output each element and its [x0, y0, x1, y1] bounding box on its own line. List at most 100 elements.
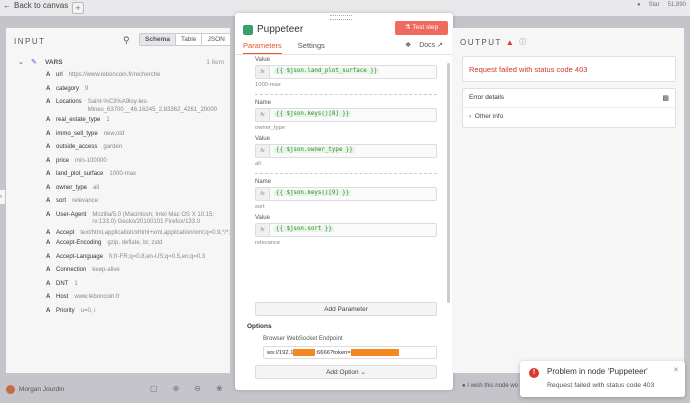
- string-type-icon: A: [46, 130, 51, 137]
- error-details-title: Error details: [469, 94, 505, 101]
- expression-result: all: [255, 161, 261, 167]
- field-key: sort: [56, 198, 67, 204]
- github-icon: ●: [637, 2, 641, 8]
- field-key: price: [56, 157, 70, 164]
- schema-field[interactable]: A Priority u=0, i: [46, 308, 228, 316]
- schema-field[interactable]: Aland_plot_surface 1000-max: [46, 171, 228, 179]
- other-info-label: Other info: [474, 113, 504, 120]
- copy-icon[interactable]: ▩: [662, 94, 669, 102]
- field-key: real_estate_type: [56, 117, 101, 123]
- field-key: land_plot_surface: [56, 171, 104, 177]
- schema-field[interactable]: Aprice min-100000: [46, 158, 228, 166]
- node-details-view: Puppeteer ⚗ Test step Parameters Setting…: [235, 13, 453, 390]
- add-parameter-button[interactable]: Add Parameter: [255, 302, 437, 316]
- schema-field[interactable]: Aurl https://www.leboncoin.fr/recherche: [46, 72, 228, 80]
- schema-field[interactable]: A Locations Saint-%C3%A9loy-les-Mines_6370…: [46, 99, 228, 114]
- schema-field[interactable]: A Host www.leboncoin.fr: [46, 294, 228, 302]
- field-value: fr,fr-FR;q=0.8,en-US;q=0.5,en;q=0.3: [109, 253, 206, 260]
- string-type-icon: A: [46, 267, 51, 273]
- zoom-fit-icon[interactable]: ▢: [150, 384, 158, 393]
- chevron-down-icon: ⌄: [360, 369, 366, 376]
- schema-field[interactable]: A Accept text/html,application/xhtml+xml,a…: [46, 229, 230, 238]
- expression-input[interactable]: fx {{ $json.keys()[9] }}: [255, 187, 437, 201]
- field-value: Saint-%C3%A9loy-les-Mines_63700__46.1624…: [87, 99, 218, 113]
- bug-icon[interactable]: ❀: [216, 384, 223, 393]
- info-icon[interactable]: ⓘ: [519, 37, 528, 47]
- star-count: 51,890: [667, 2, 686, 8]
- close-icon[interactable]: ✕: [673, 366, 679, 374]
- collapse-left-icon[interactable]: ›: [0, 190, 5, 204]
- vars-node-row[interactable]: ⌄ ✎ VARS 1 item: [18, 58, 224, 70]
- field-key: Accept-Encoding: [56, 240, 102, 246]
- field-key: url: [56, 72, 63, 78]
- community-icon[interactable]: ❖: [405, 41, 411, 49]
- add-node-button[interactable]: +: [72, 2, 84, 14]
- schema-field[interactable]: Asort relevance: [46, 198, 228, 206]
- user-menu[interactable]: Morgan Jourdin: [6, 385, 64, 394]
- wish-text: I wish this node wo: [467, 383, 518, 389]
- field-value: u=0, i: [80, 307, 96, 314]
- feedback-bar[interactable]: ● I wish this node wo: [462, 383, 518, 389]
- expression-code: {{ $json.sort }}: [274, 226, 334, 232]
- drag-handle[interactable]: [330, 15, 352, 20]
- zoom-out-icon[interactable]: ⊖: [194, 384, 201, 393]
- field-key: Accept: [56, 229, 75, 236]
- schema-field[interactable]: Aowner_type all: [46, 185, 228, 193]
- field-value: 1000-max: [109, 171, 137, 177]
- tab-settings[interactable]: Settings: [298, 41, 325, 55]
- node-title[interactable]: Puppeteer: [257, 24, 303, 35]
- tab-schema[interactable]: Schema: [140, 34, 176, 45]
- field-value: relevance: [72, 198, 99, 204]
- expression-input[interactable]: fx {{ $json.owner_type }}: [255, 144, 437, 158]
- fx-icon: fx: [256, 145, 270, 157]
- search-icon[interactable]: ⚲: [123, 35, 130, 46]
- expression-result: owner_type: [255, 125, 285, 131]
- expression-input[interactable]: fx {{ $json.sort }}: [255, 223, 437, 237]
- expression-input[interactable]: fx {{ $json.keys()[8] }}: [255, 108, 437, 122]
- vars-label: VARS: [45, 59, 63, 66]
- fx-icon: fx: [256, 188, 270, 200]
- avatar: [6, 385, 15, 394]
- ws-endpoint-input[interactable]: ws://192.1:6666?token=: [263, 346, 437, 359]
- output-panel: OUTPUT ▲ ⓘ Request failed with status co…: [452, 28, 684, 373]
- scrollbar[interactable]: [447, 63, 450, 303]
- schema-field[interactable]: A Accept-Encoding gzip, deflate, br, zstd: [46, 240, 228, 248]
- field-value: garden: [103, 144, 123, 150]
- field-value: min-100000: [75, 157, 107, 164]
- expression-input[interactable]: fx {{ $json.land_plot_surface }}: [255, 65, 437, 79]
- back-to-canvas-button[interactable]: ← Back to canvas: [3, 1, 68, 10]
- tab-parameters[interactable]: Parameters: [243, 41, 282, 55]
- schema-field[interactable]: Aimmo_sell_type new,old: [46, 131, 228, 139]
- schema-field[interactable]: A User-Agent Mozilla/5.0 (Macintosh; Intel…: [46, 212, 228, 227]
- parameter-field: Name fx {{ $json.keys()[9] }} sort: [255, 179, 437, 210]
- test-step-button[interactable]: ⚗ Test step: [395, 21, 448, 35]
- ndv-tab-icons: ❖ Docs ↗: [405, 41, 443, 49]
- output-heading: OUTPUT: [460, 37, 502, 47]
- error-message: Request failed with status code 403: [462, 56, 676, 82]
- zoom-in-icon[interactable]: ⊕: [173, 384, 180, 393]
- string-type-icon: A: [46, 253, 51, 260]
- add-option-button[interactable]: Add Option ⌄: [255, 365, 437, 379]
- parameter-label: Name: [255, 179, 272, 185]
- expression-code: {{ $json.land_plot_surface }}: [274, 68, 380, 74]
- field-value: 9: [85, 85, 89, 92]
- schema-field[interactable]: A Connection keep-alive: [46, 267, 228, 275]
- schema-field[interactable]: Aoutside_access garden: [46, 144, 228, 152]
- parameter-label: Value: [255, 57, 270, 63]
- docs-link[interactable]: Docs ↗: [419, 41, 443, 49]
- other-info-toggle[interactable]: › Other info: [469, 113, 503, 120]
- tab-json[interactable]: JSON: [202, 34, 230, 45]
- github-star[interactable]: ● Star 51,890: [637, 2, 686, 8]
- tab-table[interactable]: Table: [175, 34, 203, 45]
- ws-mid: :6666?token=: [315, 350, 351, 356]
- string-type-icon: A: [46, 72, 51, 78]
- puppeteer-icon: [243, 25, 253, 35]
- chevron-down-icon[interactable]: ⌄: [18, 58, 24, 66]
- schema-field[interactable]: A DNT 1: [46, 281, 228, 289]
- parameter-field: Value fx {{ $json.sort }} relevance: [255, 215, 437, 246]
- divider: [255, 94, 437, 95]
- divider: [235, 54, 453, 55]
- schema-field[interactable]: Areal_estate_type 1: [46, 117, 228, 125]
- schema-field[interactable]: Acategory 9: [46, 86, 228, 94]
- schema-field[interactable]: A Accept-Language fr,fr-FR;q=0.8,en-US;q=0…: [46, 254, 228, 262]
